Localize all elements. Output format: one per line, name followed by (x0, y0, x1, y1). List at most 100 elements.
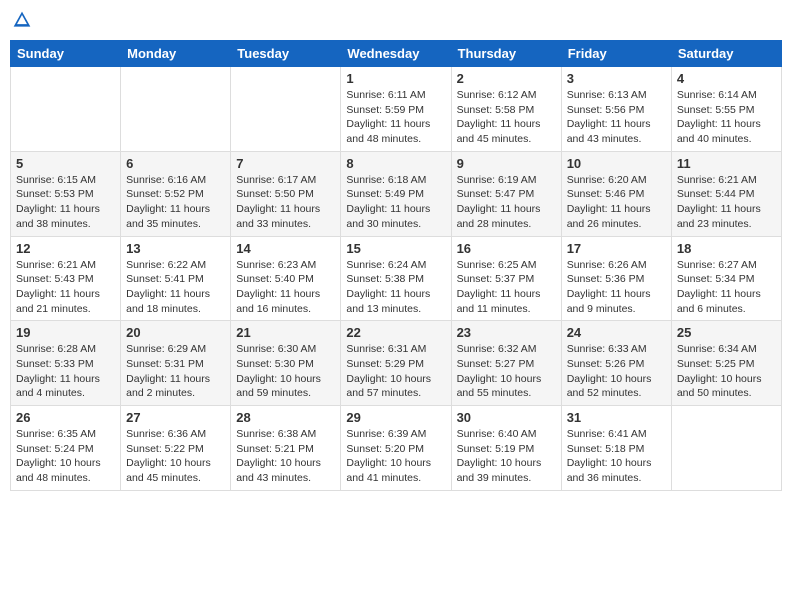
day-info: Sunrise: 6:23 AMSunset: 5:40 PMDaylight:… (236, 258, 335, 317)
day-number: 29 (346, 410, 445, 425)
logo-icon (12, 10, 32, 30)
day-number: 3 (567, 71, 666, 86)
day-number: 16 (457, 241, 556, 256)
day-number: 11 (677, 156, 776, 171)
day-number: 31 (567, 410, 666, 425)
day-cell: 21 Sunrise: 6:30 AMSunset: 5:30 PMDayligh… (231, 321, 341, 406)
day-number: 1 (346, 71, 445, 86)
day-info: Sunrise: 6:16 AMSunset: 5:52 PMDaylight:… (126, 173, 225, 232)
day-cell: 27 Sunrise: 6:36 AMSunset: 5:22 PMDayligh… (121, 406, 231, 491)
day-cell: 3 Sunrise: 6:13 AMSunset: 5:56 PMDaylight… (561, 67, 671, 152)
day-number: 13 (126, 241, 225, 256)
day-info: Sunrise: 6:25 AMSunset: 5:37 PMDaylight:… (457, 258, 556, 317)
page: SundayMondayTuesdayWednesdayThursdayFrid… (0, 0, 792, 612)
day-info: Sunrise: 6:11 AMSunset: 5:59 PMDaylight:… (346, 88, 445, 147)
day-number: 30 (457, 410, 556, 425)
day-cell: 18 Sunrise: 6:27 AMSunset: 5:34 PMDayligh… (671, 236, 781, 321)
day-number: 25 (677, 325, 776, 340)
day-number: 9 (457, 156, 556, 171)
day-info: Sunrise: 6:18 AMSunset: 5:49 PMDaylight:… (346, 173, 445, 232)
day-cell: 13Sunrise: 6:22 AMSunset: 5:41 PMDayligh… (121, 236, 231, 321)
day-number: 4 (677, 71, 776, 86)
day-info: Sunrise: 6:20 AMSunset: 5:46 PMDaylight:… (567, 173, 666, 232)
day-number: 17 (567, 241, 666, 256)
day-cell: 19Sunrise: 6:28 AMSunset: 5:33 PMDayligh… (11, 321, 121, 406)
day-number: 15 (346, 241, 445, 256)
weekday-header-thursday: Thursday (451, 41, 561, 67)
day-cell: 28 Sunrise: 6:38 AMSunset: 5:21 PMDayligh… (231, 406, 341, 491)
day-info: Sunrise: 6:21 AMSunset: 5:44 PMDaylight:… (677, 173, 776, 232)
weekday-header-row: SundayMondayTuesdayWednesdayThursdayFrid… (11, 41, 782, 67)
week-row-3: 12 Sunrise: 6:21 AMSunset: 5:43 PMDayligh… (11, 236, 782, 321)
day-number: 27 (126, 410, 225, 425)
weekday-header-tuesday: Tuesday (231, 41, 341, 67)
day-info: Sunrise: 6:30 AMSunset: 5:30 PMDaylight:… (236, 342, 335, 401)
day-cell (121, 67, 231, 152)
day-number: 18 (677, 241, 776, 256)
day-cell: 30 Sunrise: 6:40 AMSunset: 5:19 PMDayligh… (451, 406, 561, 491)
week-row-4: 19Sunrise: 6:28 AMSunset: 5:33 PMDayligh… (11, 321, 782, 406)
weekday-header-wednesday: Wednesday (341, 41, 451, 67)
week-row-5: 26 Sunrise: 6:35 AMSunset: 5:24 PMDayligh… (11, 406, 782, 491)
day-cell: 14 Sunrise: 6:23 AMSunset: 5:40 PMDayligh… (231, 236, 341, 321)
day-number: 10 (567, 156, 666, 171)
day-cell: 25 Sunrise: 6:34 AMSunset: 5:25 PMDayligh… (671, 321, 781, 406)
day-number: 14 (236, 241, 335, 256)
day-cell: 24Sunrise: 6:33 AMSunset: 5:26 PMDayligh… (561, 321, 671, 406)
day-number: 21 (236, 325, 335, 340)
day-info: Sunrise: 6:14 AMSunset: 5:55 PMDaylight:… (677, 88, 776, 147)
day-info: Sunrise: 6:12 AMSunset: 5:58 PMDaylight:… (457, 88, 556, 147)
day-cell: 10 Sunrise: 6:20 AMSunset: 5:46 PMDayligh… (561, 151, 671, 236)
day-info: Sunrise: 6:34 AMSunset: 5:25 PMDaylight:… (677, 342, 776, 401)
day-cell: 1 Sunrise: 6:11 AMSunset: 5:59 PMDaylight… (341, 67, 451, 152)
week-row-1: 1 Sunrise: 6:11 AMSunset: 5:59 PMDaylight… (11, 67, 782, 152)
day-cell: 2 Sunrise: 6:12 AMSunset: 5:58 PMDaylight… (451, 67, 561, 152)
weekday-header-monday: Monday (121, 41, 231, 67)
day-info: Sunrise: 6:13 AMSunset: 5:56 PMDaylight:… (567, 88, 666, 147)
day-cell: 26 Sunrise: 6:35 AMSunset: 5:24 PMDayligh… (11, 406, 121, 491)
day-info: Sunrise: 6:27 AMSunset: 5:34 PMDaylight:… (677, 258, 776, 317)
day-cell: 9 Sunrise: 6:19 AMSunset: 5:47 PMDaylight… (451, 151, 561, 236)
day-info: Sunrise: 6:39 AMSunset: 5:20 PMDaylight:… (346, 427, 445, 486)
day-info: Sunrise: 6:38 AMSunset: 5:21 PMDaylight:… (236, 427, 335, 486)
day-cell: 6 Sunrise: 6:16 AMSunset: 5:52 PMDaylight… (121, 151, 231, 236)
day-info: Sunrise: 6:19 AMSunset: 5:47 PMDaylight:… (457, 173, 556, 232)
day-cell: 12 Sunrise: 6:21 AMSunset: 5:43 PMDayligh… (11, 236, 121, 321)
day-cell: 5 Sunrise: 6:15 AMSunset: 5:53 PMDaylight… (11, 151, 121, 236)
week-row-2: 5 Sunrise: 6:15 AMSunset: 5:53 PMDaylight… (11, 151, 782, 236)
day-number: 26 (16, 410, 115, 425)
day-cell: 23Sunrise: 6:32 AMSunset: 5:27 PMDayligh… (451, 321, 561, 406)
day-number: 5 (16, 156, 115, 171)
day-info: Sunrise: 6:33 AMSunset: 5:26 PMDaylight:… (567, 342, 666, 401)
logo (10, 10, 32, 30)
day-info: Sunrise: 6:36 AMSunset: 5:22 PMDaylight:… (126, 427, 225, 486)
day-info: Sunrise: 6:15 AMSunset: 5:53 PMDaylight:… (16, 173, 115, 232)
day-number: 28 (236, 410, 335, 425)
day-info: Sunrise: 6:24 AMSunset: 5:38 PMDaylight:… (346, 258, 445, 317)
day-cell (11, 67, 121, 152)
header (10, 10, 782, 30)
day-cell (671, 406, 781, 491)
weekday-header-saturday: Saturday (671, 41, 781, 67)
day-cell: 16 Sunrise: 6:25 AMSunset: 5:37 PMDayligh… (451, 236, 561, 321)
day-cell: 7Sunrise: 6:17 AMSunset: 5:50 PMDaylight… (231, 151, 341, 236)
day-number: 2 (457, 71, 556, 86)
day-info: Sunrise: 6:26 AMSunset: 5:36 PMDaylight:… (567, 258, 666, 317)
day-number: 8 (346, 156, 445, 171)
day-cell: 15 Sunrise: 6:24 AMSunset: 5:38 PMDayligh… (341, 236, 451, 321)
day-info: Sunrise: 6:28 AMSunset: 5:33 PMDaylight:… (16, 342, 115, 401)
day-cell: 17 Sunrise: 6:26 AMSunset: 5:36 PMDayligh… (561, 236, 671, 321)
day-info: Sunrise: 6:40 AMSunset: 5:19 PMDaylight:… (457, 427, 556, 486)
day-cell: 4 Sunrise: 6:14 AMSunset: 5:55 PMDaylight… (671, 67, 781, 152)
day-info: Sunrise: 6:35 AMSunset: 5:24 PMDaylight:… (16, 427, 115, 486)
day-number: 6 (126, 156, 225, 171)
day-number: 22 (346, 325, 445, 340)
day-number: 7 (236, 156, 335, 171)
day-cell: 20Sunrise: 6:29 AMSunset: 5:31 PMDayligh… (121, 321, 231, 406)
day-info: Sunrise: 6:32 AMSunset: 5:27 PMDaylight:… (457, 342, 556, 401)
weekday-header-friday: Friday (561, 41, 671, 67)
day-info: Sunrise: 6:29 AMSunset: 5:31 PMDaylight:… (126, 342, 225, 401)
day-number: 12 (16, 241, 115, 256)
calendar-table: SundayMondayTuesdayWednesdayThursdayFrid… (10, 40, 782, 491)
day-info: Sunrise: 6:21 AMSunset: 5:43 PMDaylight:… (16, 258, 115, 317)
